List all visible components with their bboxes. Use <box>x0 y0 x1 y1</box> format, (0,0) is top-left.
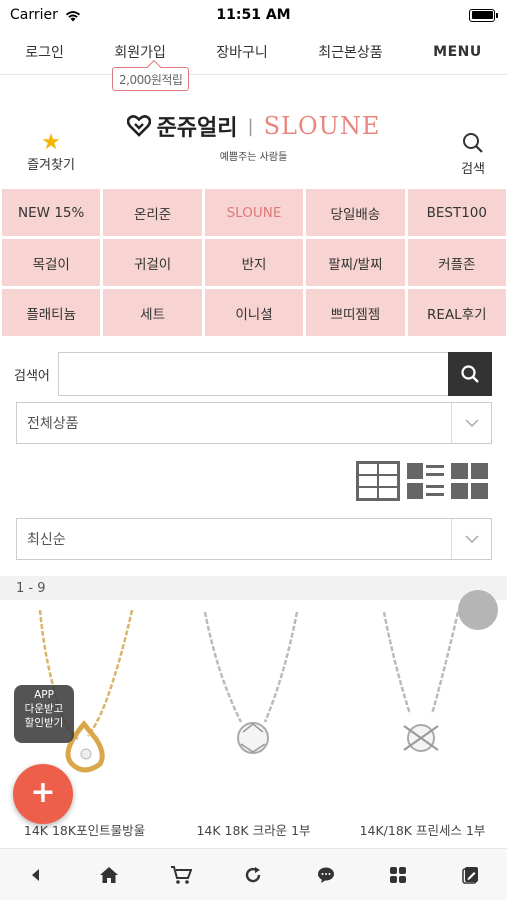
refresh-button[interactable] <box>233 855 273 895</box>
heart-logo-icon <box>126 115 151 137</box>
category-item[interactable]: 목걸이 <box>2 239 101 286</box>
bottom-toolbar <box>0 848 507 900</box>
carrier-label: Carrier <box>10 7 58 23</box>
product-name[interactable]: 14K 18K포인트물방울 <box>0 820 169 839</box>
home-icon <box>99 866 118 883</box>
app-badge-line1: APP <box>34 689 54 701</box>
search-input[interactable] <box>58 352 448 396</box>
chat-button[interactable] <box>306 855 346 895</box>
battery-icon <box>469 8 498 22</box>
apps-icon <box>390 866 407 883</box>
recent-products-link[interactable]: 최근본상품 <box>318 42 382 62</box>
product-image[interactable] <box>169 604 338 812</box>
result-count: 1 - 9 <box>0 576 507 600</box>
category-item[interactable]: 당일배송 <box>306 189 405 236</box>
search-icon <box>463 133 483 153</box>
category-item[interactable]: 온리준 <box>103 189 202 236</box>
logo-english: SLOUNE <box>263 112 381 140</box>
login-link[interactable]: 로그인 <box>25 42 64 62</box>
category-item[interactable]: 세트 <box>103 289 202 336</box>
chevron-down-icon <box>451 519 491 559</box>
menu-button[interactable]: MENU <box>433 44 482 60</box>
signup-link[interactable]: 회원가입 <box>114 42 166 62</box>
floating-scroll-button[interactable] <box>458 590 498 630</box>
grid-small-view-icon[interactable] <box>451 462 489 500</box>
category-filter-select[interactable]: 전체상품 <box>16 402 492 444</box>
category-item[interactable]: SLOUNE <box>204 189 304 236</box>
home-button[interactable] <box>89 855 129 895</box>
chat-icon <box>317 867 334 883</box>
product-name[interactable]: 14K/18K 프린세스 1부 <box>338 820 507 839</box>
logo[interactable]: 준쥬얼리 | SLOUNE 예쁨주는 사람들 <box>0 110 507 163</box>
category-grid: NEW 15% 온리준 SLOUNE 당일배송 BEST100 목걸이 귀걸이 … <box>2 189 506 336</box>
wifi-icon <box>65 10 80 21</box>
category-item[interactable]: 팔찌/발찌 <box>306 239 405 286</box>
category-item[interactable]: NEW 15% <box>2 189 101 236</box>
sort-select[interactable]: 최신순 <box>16 518 492 560</box>
logo-separator: | <box>247 115 254 137</box>
search-icon <box>461 365 479 383</box>
header-search-button[interactable]: 검색 <box>461 132 485 177</box>
product-name[interactable]: 14K 18K 크라운 1부 <box>169 820 338 839</box>
header-search-label: 검색 <box>461 162 485 177</box>
view-toggles <box>355 460 489 502</box>
back-icon <box>32 868 40 881</box>
search-submit-button[interactable] <box>448 352 492 396</box>
logo-korean: 준쥬얼리 <box>156 116 238 141</box>
category-item[interactable]: BEST100 <box>407 189 506 236</box>
app-download-badge[interactable]: APP 다운받고 할인받기 <box>14 685 74 743</box>
search-label: 검색어 <box>14 368 50 384</box>
back-button[interactable] <box>16 855 56 895</box>
category-item[interactable]: 쁘띠젬젬 <box>306 289 405 336</box>
category-item[interactable]: 커플존 <box>407 239 506 286</box>
cart-button[interactable] <box>161 855 201 895</box>
top-nav: 로그인 회원가입 장바구니 최근본상품 MENU <box>0 30 507 75</box>
refresh-icon <box>246 866 261 882</box>
category-item[interactable]: 이니셜 <box>204 289 304 336</box>
app-badge-line3: 할인받기 <box>24 717 64 729</box>
header: ★ 즐겨찾기 준쥬얼리 | SLOUNE 예쁨주는 사람들 검색 <box>0 100 507 186</box>
product-card[interactable]: 14K/18K 프린세스 1부 <box>338 604 507 839</box>
chevron-down-icon <box>451 403 491 443</box>
category-filter-value: 전체상품 <box>27 416 79 432</box>
product-list: 14K 18K포인트물방울 14K 18K 크라운 1부 14K/18K 프린세… <box>0 604 507 839</box>
edit-icon <box>461 866 478 884</box>
cart-link[interactable]: 장바구니 <box>216 42 268 62</box>
category-item[interactable]: 반지 <box>204 239 304 286</box>
app-badge-line2: 다운받고 <box>24 703 64 715</box>
sort-value: 최신순 <box>27 532 66 548</box>
list-view-icon[interactable] <box>407 462 445 500</box>
search-row: 검색어 <box>14 352 492 396</box>
status-bar: Carrier 11:51 AM <box>0 0 507 30</box>
points-badge: 2,000원적립 <box>112 67 190 91</box>
cart-icon <box>171 865 193 884</box>
grid-large-view-icon[interactable] <box>355 460 401 502</box>
apps-button[interactable] <box>378 855 418 895</box>
status-left: Carrier <box>10 7 82 23</box>
plus-fab-button[interactable]: + <box>13 764 73 824</box>
logo-tagline: 예쁨주는 사람들 <box>219 152 288 163</box>
edit-button[interactable] <box>451 855 491 895</box>
product-card[interactable]: 14K 18K 크라운 1부 <box>169 604 338 839</box>
category-item[interactable]: REAL후기 <box>407 289 506 336</box>
category-item[interactable]: 플래티늄 <box>2 289 101 336</box>
category-item[interactable]: 귀걸이 <box>103 239 202 286</box>
product-image[interactable] <box>338 604 507 812</box>
